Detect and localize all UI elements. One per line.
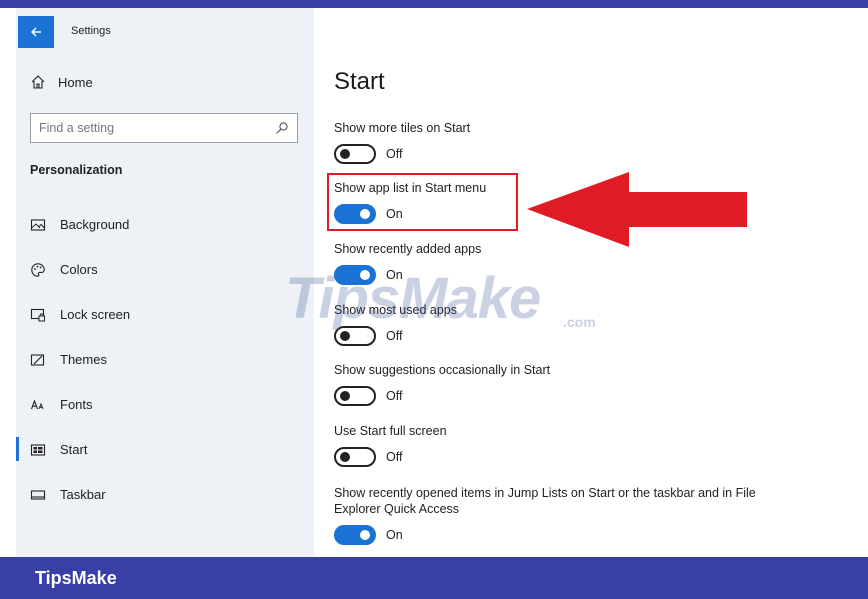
home-label: Home	[58, 74, 93, 90]
watermark: TipsMake	[285, 266, 541, 331]
picture-icon	[30, 218, 46, 231]
taskbar-icon	[30, 489, 46, 500]
title-bar: Settings	[16, 8, 314, 48]
toggle-state: Off	[386, 450, 403, 464]
sidebar-item-label: Colors	[60, 262, 98, 277]
toggle-state: Off	[386, 147, 403, 161]
more-tiles-toggle[interactable]	[334, 144, 376, 164]
full-screen-toggle[interactable]	[334, 447, 376, 467]
sidebar-item-background[interactable]: Background	[16, 202, 314, 247]
setting-suggestions: Show suggestions occasionally in Start O…	[334, 362, 854, 406]
sidebar-item-lock-screen[interactable]: Lock screen	[16, 292, 314, 337]
suggestions-toggle[interactable]	[334, 386, 376, 406]
page-title: Start	[334, 68, 385, 95]
setting-label: Show recently opened items in Jump Lists…	[334, 486, 756, 516]
sidebar-item-label: Start	[60, 442, 88, 457]
palette-icon	[31, 262, 45, 277]
sidebar: Settings Home Find a setting Personaliza…	[16, 8, 314, 557]
arrow-left-icon	[31, 27, 41, 37]
brush-icon	[30, 353, 45, 366]
toggle-state: On	[386, 528, 403, 542]
sidebar-item-colors[interactable]: Colors	[16, 247, 314, 292]
highlight-box	[327, 173, 518, 231]
watermark-suffix: .com	[563, 314, 596, 330]
window-title: Settings	[71, 25, 111, 37]
lock-screen-icon	[30, 308, 45, 321]
setting-jump-lists: Show recently opened items in Jump Lists…	[334, 485, 774, 545]
sidebar-item-taskbar[interactable]: Taskbar	[16, 472, 314, 517]
search-icon[interactable]	[275, 121, 289, 135]
setting-full-screen: Use Start full screen Off	[334, 423, 854, 467]
setting-label: Show suggestions occasionally in Start	[334, 363, 551, 377]
sidebar-item-label: Background	[60, 217, 130, 232]
back-button[interactable]	[18, 16, 54, 48]
sidebar-item-fonts[interactable]: Fonts	[16, 382, 314, 427]
section-heading: Personalization	[30, 163, 123, 177]
setting-more-tiles: Show more tiles on Start Off	[334, 120, 854, 164]
start-tiles-icon	[30, 443, 46, 456]
home-icon	[31, 75, 45, 89]
sidebar-item-label: Lock screen	[60, 307, 131, 322]
red-arrow-icon	[527, 172, 747, 247]
font-icon	[30, 398, 44, 409]
setting-label: Show more tiles on Start	[334, 121, 471, 135]
search-placeholder: Find a setting	[39, 121, 115, 135]
search-input[interactable]: Find a setting	[30, 113, 298, 143]
sidebar-item-label: Themes	[60, 352, 107, 367]
footer-bar: TipsMake	[0, 557, 868, 599]
top-border	[0, 0, 868, 8]
sidebar-item-label: Fonts	[60, 397, 93, 412]
footer-brand: TipsMake	[35, 568, 117, 588]
setting-label: Use Start full screen	[334, 424, 447, 438]
sidebar-nav: Background Colors Lock screen Themes Fon…	[16, 202, 314, 517]
sidebar-item-themes[interactable]: Themes	[16, 337, 314, 382]
sidebar-item-label: Taskbar	[60, 487, 106, 502]
sidebar-item-start[interactable]: Start	[16, 427, 314, 472]
jump-lists-toggle[interactable]	[334, 525, 376, 545]
home-link[interactable]: Home	[30, 74, 93, 90]
toggle-state: Off	[386, 389, 403, 403]
screenshot-frame: Settings Home Find a setting Personaliza…	[0, 0, 868, 599]
